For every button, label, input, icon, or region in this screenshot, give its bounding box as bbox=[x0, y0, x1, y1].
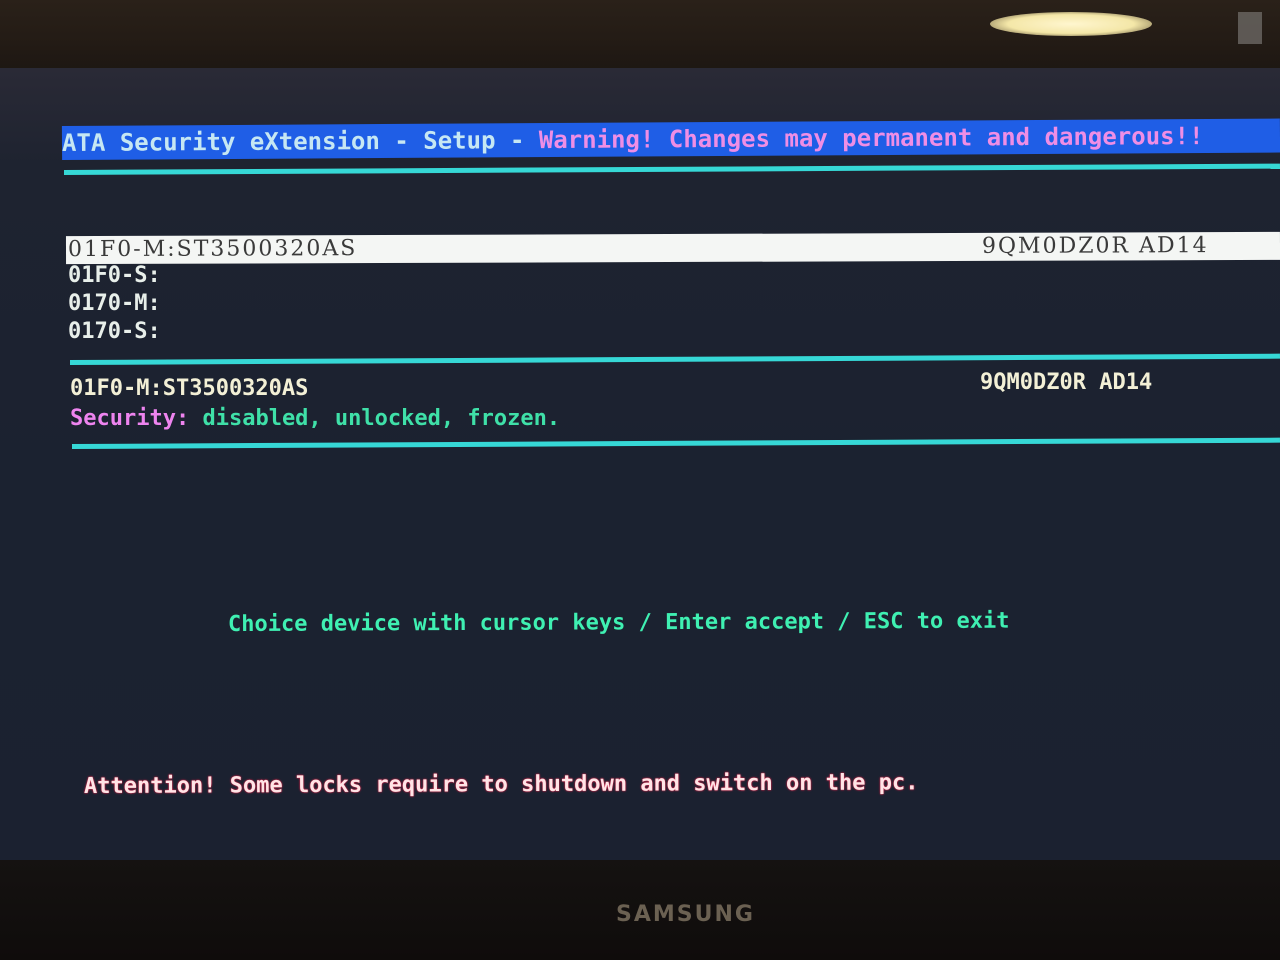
detail-serial: 9QM0DZ0R AD14 bbox=[980, 370, 1153, 395]
security-label: Security: bbox=[70, 406, 190, 431]
detail-model: 01F0-M:ST3500320AS bbox=[70, 376, 309, 401]
attention-message: Attention! Some locks require to shutdow… bbox=[83, 770, 919, 799]
device-row-0170-m[interactable]: 0170-M: bbox=[66, 290, 1280, 318]
device-detail-panel: 01F0-M:ST3500320AS 9QM0DZ0R AD14 Securit… bbox=[70, 370, 1270, 434]
device-row-0170-s[interactable]: 0170-S: bbox=[66, 318, 1280, 346]
security-status: disabled, unlocked, frozen. bbox=[202, 406, 561, 431]
app-title: ATA Security eXtension - Setup - bbox=[61, 126, 539, 157]
lamp-reflection bbox=[990, 12, 1152, 36]
monitor-brand-logo: SAMSUNG bbox=[616, 902, 755, 927]
device-row-01f0-s[interactable]: 01F0-S: bbox=[66, 262, 1280, 290]
device-label: 01F0-M:ST3500320AS bbox=[67, 236, 358, 263]
device-serial: 9QM0DZ0R AD14 bbox=[981, 233, 1209, 259]
device-list[interactable]: 01F0-M:ST3500320AS 9QM0DZ0R AD14 01F0-S:… bbox=[65, 231, 1280, 346]
monitor-bezel-top bbox=[0, 0, 1280, 72]
device-label: 0170-M: bbox=[68, 291, 161, 316]
help-text: Choice device with cursor keys / Enter a… bbox=[227, 608, 1010, 637]
bezel-sticker bbox=[1238, 12, 1262, 44]
device-label: 0170-S: bbox=[68, 319, 161, 344]
device-label: 01F0-S: bbox=[68, 263, 161, 288]
bios-screen bbox=[0, 68, 1280, 870]
warning-text: Warning! Changes may permanent and dange… bbox=[538, 122, 1204, 155]
device-row-01f0-m[interactable]: 01F0-M:ST3500320AS 9QM0DZ0R AD14 bbox=[65, 231, 1280, 265]
